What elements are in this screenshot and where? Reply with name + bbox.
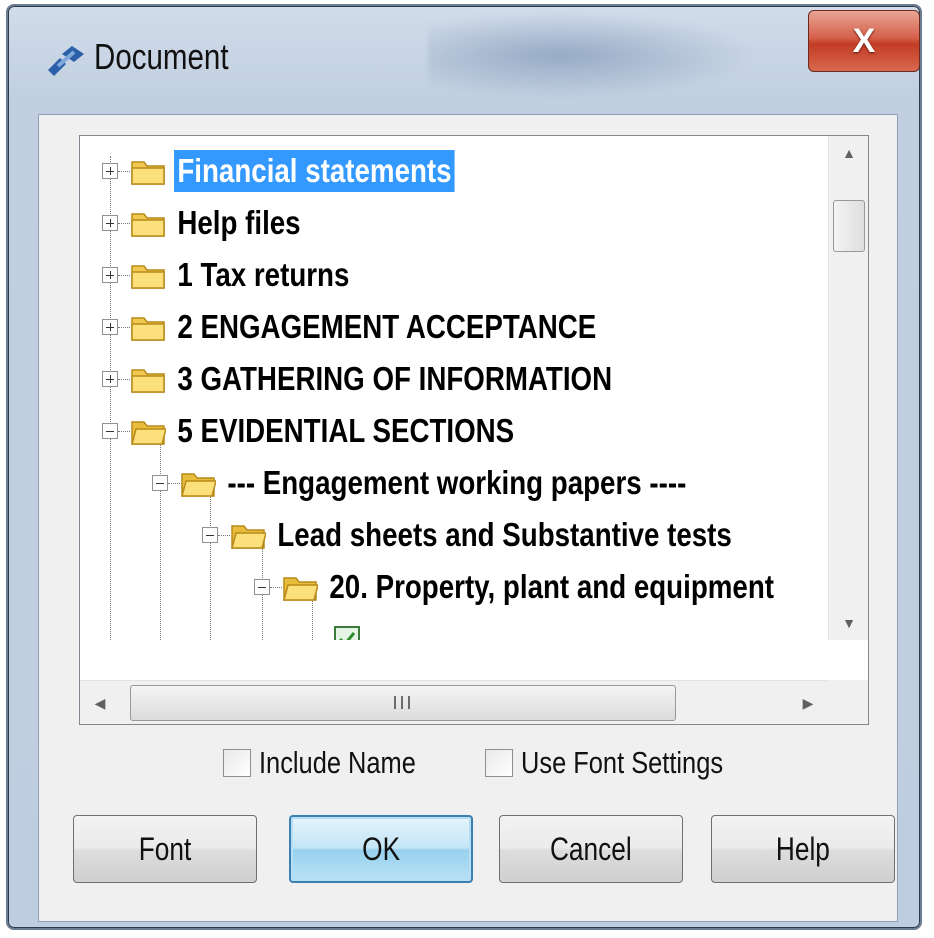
scroll-up-icon[interactable]: ▲ [829,136,869,170]
expand-icon[interactable] [102,163,118,179]
tree-item-label[interactable]: Lead sheets and Substantive tests [274,514,735,556]
expand-icon[interactable] [102,319,118,335]
open-folder-icon [231,525,266,549]
use-font-settings-option[interactable]: Use Font Settings [485,745,767,781]
collapse-icon[interactable] [254,579,270,595]
folder-icon [131,369,165,393]
tree-item[interactable]: Help files [102,198,329,248]
folder-icon [131,317,165,341]
scroll-right-icon[interactable]: ▶ [788,681,828,725]
vertical-scrollbar[interactable]: ▲ ▼ [828,136,868,640]
open-folder-icon [181,473,216,497]
document-tree[interactable]: Financial statements Help files 1 Tax re… [79,135,869,725]
tree-item[interactable]: 1 Tax returns [102,250,387,300]
dialog-body: Financial statements Help files 1 Tax re… [38,114,898,922]
tree-view: Financial statements Help files 1 Tax re… [80,136,828,640]
include-name-option[interactable]: Include Name [223,745,450,781]
folder-icon [131,161,165,185]
checked-document-icon [334,626,360,640]
cancel-button-label: Cancel [550,830,632,867]
tree-item-label[interactable]: 5 EVIDENTIAL SECTIONS [174,410,518,452]
tree-item-label[interactable]: --- Engagement working papers ---- [224,462,690,504]
cancel-button[interactable]: Cancel [499,815,683,883]
help-button-label: Help [776,830,830,867]
tree-item[interactable]: 2 ENGAGEMENT ACCEPTANCE [102,302,681,352]
tree-item-label[interactable]: Help files [174,202,304,244]
vertical-scroll-thumb[interactable] [833,200,865,252]
tree-item-label[interactable]: 3 GATHERING OF INFORMATION [174,358,615,400]
horizontal-scrollbar[interactable]: ◀ III ▶ [80,680,828,724]
tree-item[interactable]: Financial statements [102,146,508,196]
document-link-icon [48,46,84,76]
tree-item[interactable]: Lead sheets and Substantive tests [202,510,823,560]
scroll-left-icon[interactable]: ◀ [80,681,120,725]
folder-icon [131,265,165,289]
font-button[interactable]: Font [73,815,257,883]
tree-item-partial[interactable] [332,614,362,640]
use-font-settings-checkbox[interactable] [485,749,513,777]
expand-icon[interactable] [102,215,118,231]
ok-button[interactable]: OK [289,815,473,883]
collapse-icon[interactable] [102,423,118,439]
tree-item-label[interactable]: 2 ENGAGEMENT ACCEPTANCE [174,306,600,348]
options-row: Include Name Use Font Settings [39,735,899,795]
font-button-label: Font [138,830,192,867]
tree-item[interactable]: --- Engagement working papers ---- [152,458,778,508]
tree-item-label[interactable]: Financial statements [174,150,455,192]
folder-icon [131,213,165,237]
expand-icon[interactable] [102,371,118,387]
use-font-settings-label[interactable]: Use Font Settings [521,745,723,781]
tree-item-label[interactable]: 1 Tax returns [174,254,353,296]
scroll-down-icon[interactable]: ▼ [829,606,869,640]
tree-item-label[interactable]: 20. Property, plant and equipment [326,566,777,608]
document-dialog: Document X Financial statements Help fil… [6,4,922,930]
close-button[interactable]: X [808,10,920,72]
include-name-checkbox[interactable] [223,749,251,777]
open-folder-icon [131,421,166,445]
help-button[interactable]: Help [711,815,895,883]
tree-item[interactable]: 5 EVIDENTIAL SECTIONS [102,406,583,456]
collapse-icon[interactable] [152,475,168,491]
tree-item[interactable]: 3 GATHERING OF INFORMATION [102,354,700,404]
scrollbar-corner [828,680,868,724]
collapse-icon[interactable] [202,527,218,543]
ok-button-label: OK [362,830,400,867]
horizontal-scroll-thumb[interactable]: III [130,685,676,721]
open-folder-icon [283,577,318,601]
window-title: Document [94,36,229,77]
expand-icon[interactable] [102,267,118,283]
tree-item[interactable]: 20. Property, plant and equipment [254,562,828,612]
titlebar-background [428,12,758,98]
include-name-label[interactable]: Include Name [259,745,416,781]
